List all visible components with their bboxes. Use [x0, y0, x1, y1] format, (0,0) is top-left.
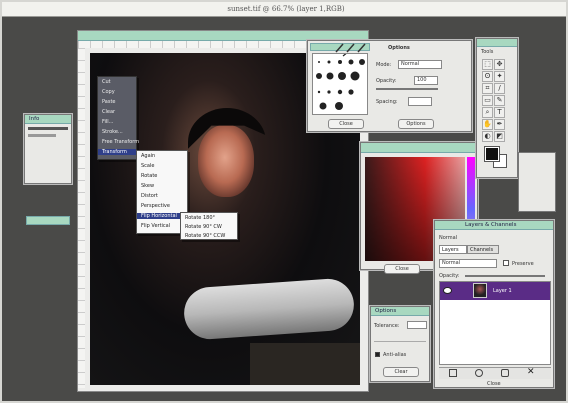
app-frame: sunset.tif @ 66.7% (layer 1,RGB) Info Cu…: [0, 0, 568, 403]
hand-tool-icon[interactable]: ✋: [482, 119, 493, 130]
gradient-tool-icon[interactable]: ◩: [494, 131, 505, 142]
anti-alias-checkbox[interactable]: [375, 352, 380, 357]
wand-tool-icon[interactable]: ✦: [494, 71, 505, 82]
pencil-tool-icon[interactable]: ✎: [494, 95, 505, 106]
tolerance-label: Tolerance:: [374, 323, 400, 329]
delete-layer-icon[interactable]: ✕: [527, 368, 535, 377]
channels-tab-label: Channels: [470, 247, 494, 253]
dodge-tool-icon[interactable]: ◐: [482, 131, 493, 142]
pen-tool-icon[interactable]: ✒: [494, 119, 505, 130]
photo-face: [198, 125, 254, 197]
zoom-tool-icon[interactable]: ⌕: [482, 107, 493, 118]
channels-tab[interactable]: Channels: [467, 245, 499, 254]
preserve-checkbox[interactable]: [503, 260, 509, 266]
small-palette-bar[interactable]: [26, 216, 70, 225]
layers-opacity-slider[interactable]: [465, 275, 545, 277]
adjust-icon[interactable]: [501, 369, 509, 377]
menu-item-paste[interactable]: Paste: [102, 99, 116, 105]
layers-tab-label: Layers: [442, 247, 459, 253]
options-title: Options: [375, 308, 397, 314]
context-menu: Cut Copy Paste Clear Fill... Stroke... F…: [97, 76, 139, 160]
options-palette: Options Tolerance: Anti-alias Clear: [370, 306, 430, 382]
new-layer-icon[interactable]: [449, 369, 457, 377]
tolerance-field[interactable]: [407, 321, 427, 329]
submenu-item-scale[interactable]: Scale: [141, 163, 154, 169]
submenu-item-rotate[interactable]: Rotate: [141, 173, 157, 179]
rotate-item-ccw[interactable]: Rotate 90° CCW: [185, 233, 225, 239]
rotate-item-180[interactable]: Rotate 180°: [185, 215, 215, 221]
layers-title: Layers & Channels: [465, 222, 517, 228]
layer-name[interactable]: Layer 1: [493, 288, 512, 294]
menu-item-stroke[interactable]: Stroke...: [102, 129, 123, 135]
options-clear-button[interactable]: Clear: [383, 367, 419, 377]
menu-item-transform[interactable]: Transform: [98, 149, 136, 155]
info-palette-title: Info: [29, 116, 40, 122]
info-content-2: [28, 134, 56, 137]
crop-tool-icon[interactable]: ⌗: [482, 83, 493, 94]
submenu-item-distort[interactable]: Distort: [141, 193, 158, 199]
submenu-item-perspective[interactable]: Perspective: [141, 203, 170, 209]
window-titlebar: sunset.tif @ 66.7% (layer 1,RGB): [2, 2, 566, 17]
brush-swatches: [316, 47, 365, 110]
menu-item-free-transform[interactable]: Free Transform: [102, 139, 139, 145]
menu-item-clear[interactable]: Clear: [102, 109, 115, 115]
brush-options-header[interactable]: Options: [388, 45, 410, 51]
spacing-field[interactable]: [408, 97, 432, 106]
info-palette: Info: [24, 114, 72, 184]
options-titlebar[interactable]: Options: [371, 307, 429, 316]
layers-tab[interactable]: Layers: [439, 245, 467, 254]
submenu-item-skew[interactable]: Skew: [141, 183, 154, 189]
photo-table: [250, 343, 360, 385]
type-tool-icon[interactable]: T: [494, 107, 505, 118]
rotate-item-cw[interactable]: Rotate 90° CW: [185, 224, 222, 230]
tools-palette: Tools ⬚ ✥ ʘ ✦ ⌗ / ▭ ✎ ⌕ T ✋ ✒ ◐ ◩: [476, 38, 518, 178]
layers-palette: Layers & Channels Normal Layers Channels…: [434, 220, 554, 388]
blend-mode-select[interactable]: Normal: [439, 259, 497, 268]
menu-item-copy[interactable]: Copy: [102, 89, 115, 95]
brushes-close-button[interactable]: Close: [328, 119, 364, 129]
mode-select[interactable]: Normal: [398, 60, 442, 69]
options-divider: [374, 341, 426, 342]
tools-titlebar[interactable]: [477, 39, 517, 47]
brushes-grid[interactable]: [312, 47, 368, 115]
tools-tab-label[interactable]: Tools: [481, 49, 493, 55]
ruler-left: [78, 48, 85, 388]
lasso-tool-icon[interactable]: ʘ: [482, 71, 493, 82]
foreground-color-swatch[interactable]: [484, 146, 500, 162]
layers-titlebar[interactable]: Layers & Channels: [435, 221, 553, 230]
anti-alias-label: Anti-alias: [383, 352, 407, 358]
window-title: sunset.tif @ 66.7% (layer 1,RGB): [227, 5, 345, 13]
swatches-close-button[interactable]: Close: [384, 264, 420, 274]
brushes-options-button[interactable]: Options: [398, 119, 434, 129]
photo-arms: [182, 277, 356, 341]
opacity-field[interactable]: 100: [414, 76, 438, 85]
submenu-item-flip-vertical[interactable]: Flip Vertical: [141, 223, 170, 229]
layers-opacity-label: Opacity:: [439, 273, 460, 279]
marquee-tool-icon[interactable]: ⬚: [482, 59, 493, 70]
spacing-label: Spacing:: [376, 99, 398, 105]
info-content: [28, 127, 68, 130]
tools-extra-panel: [518, 152, 556, 212]
layers-mode-header[interactable]: Normal: [439, 235, 457, 241]
preserve-label: Preserve: [512, 261, 534, 267]
brush-strokes: [334, 43, 374, 53]
brushes-palette: Options Mode: Normal Opacity: 100 Spacin…: [307, 40, 472, 132]
color-picker-titlebar[interactable]: [361, 143, 477, 153]
layer-thumbnail: [473, 283, 487, 298]
submenu-item-again[interactable]: Again: [141, 153, 155, 159]
opacity-label: Opacity:: [376, 78, 397, 84]
opacity-slider[interactable]: [376, 88, 438, 90]
menu-item-cut[interactable]: Cut: [102, 79, 111, 85]
move-tool-icon[interactable]: ✥: [494, 59, 505, 70]
layers-bottom-label[interactable]: Close: [487, 381, 501, 387]
menu-item-fill[interactable]: Fill...: [102, 119, 113, 125]
info-palette-titlebar[interactable]: Info: [25, 115, 71, 124]
brush-tool-icon[interactable]: /: [494, 83, 505, 94]
eye-icon[interactable]: [443, 287, 452, 294]
mode-label: Mode:: [376, 62, 392, 68]
rotate-submenu: Rotate 180° Rotate 90° CW Rotate 90° CCW: [180, 212, 238, 240]
mask-icon[interactable]: [475, 369, 483, 377]
eraser-tool-icon[interactable]: ▭: [482, 95, 493, 106]
